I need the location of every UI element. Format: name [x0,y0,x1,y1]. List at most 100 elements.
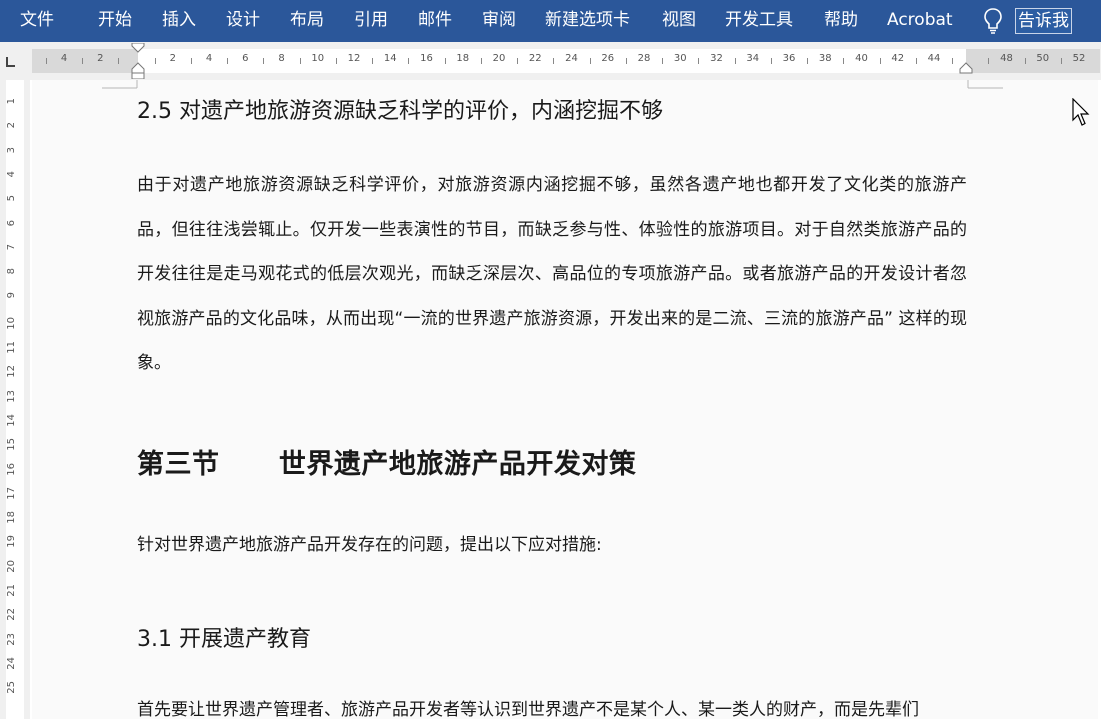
tell-me-search[interactable]: 告诉我 [1015,8,1072,34]
vertical-ruler-number: 6 [6,219,17,226]
vertical-ruler-number: 11 [6,341,17,354]
ruler-number: 44 [927,53,941,64]
ruler-number: 4 [205,53,213,64]
ribbon-tab-10[interactable]: 开发工具 [725,0,793,42]
ruler-number: 24 [565,53,578,64]
ruler-tick [843,58,845,64]
ruler-number: 18 [456,53,470,64]
ruler-tick [770,58,772,64]
vertical-ruler-number: 22 [6,608,17,622]
ribbon-tab-0[interactable]: 文件 [20,0,54,42]
ruler-tick [734,58,736,64]
ruler-tick [589,58,591,64]
ruler-tick [82,58,84,64]
ruler-number: 2 [169,53,176,64]
right-indent-marker[interactable] [958,61,974,75]
ruler-number: 10 [311,53,325,64]
document-page[interactable]: 2.5 对遗产地旅游资源缺乏科学的评价，内涵挖掘不够 由于对遗产地旅游资源缺乏科… [32,80,1098,719]
ruler-number: 48 [1000,53,1013,64]
lightbulb-icon[interactable] [983,7,1003,35]
ribbon-tab-8[interactable]: 新建选项卡 [545,0,630,42]
ribbon-tab-7[interactable]: 审阅 [482,0,516,42]
section-heading-2-5: 2.5 对遗产地旅游资源缺乏科学的评价，内涵挖掘不够 [137,99,663,124]
ruler-number: 22 [528,53,542,64]
ruler-tick [190,58,192,64]
vertical-ruler-number: 10 [6,316,17,330]
ruler-tick [335,58,337,64]
vertical-ruler-number: 20 [6,559,17,573]
ruler-tick [662,58,664,64]
vertical-ruler-number: 17 [6,486,17,500]
ruler-tick [698,58,700,64]
chapter-heading: 第三节 世界遗产地旅游产品开发对策 [137,449,637,480]
ribbon-tab-6[interactable]: 邮件 [418,0,452,42]
vertical-ruler-number: 2 [6,122,17,129]
ribbon-tab-12[interactable]: Acrobat [887,0,953,42]
ruler-tick [1060,58,1062,64]
vertical-ruler-number: 4 [6,170,17,178]
ribbon-tab-3[interactable]: 设计 [226,0,260,42]
ruler-number: 34 [746,53,760,64]
vertical-ruler-number: 3 [6,146,17,153]
ruler-tick [625,58,627,64]
vertical-ruler-number: 15 [6,438,17,451]
ruler-number: 50 [1036,53,1050,64]
ribbon-tab-5[interactable]: 引用 [354,0,388,42]
ruler-number: 52 [1072,53,1086,64]
ruler-number: 32 [710,53,723,64]
ruler-tick [517,58,519,64]
ruler-tick [408,58,410,64]
ruler-number: 42 [891,53,905,64]
ribbon-tab-11[interactable]: 帮助 [824,0,858,42]
vertical-ruler-number: 9 [6,292,17,299]
ruler-tick [915,58,917,64]
ruler-tick [118,58,120,64]
section-3-1-paragraph: 首先要让世界遗产管理者、旅游产品开发者等认识到世界遗产不是某个人、某一类人的财产… [137,700,919,719]
ruler-number: 28 [637,53,651,64]
ruler-number: 36 [782,53,796,64]
vertical-ruler-number: 5 [6,195,17,202]
ruler-tick [299,58,301,64]
ruler-tick [879,58,881,64]
vertical-ruler-number: 7 [6,243,17,251]
mouse-pointer-icon [1072,98,1090,126]
ruler-tick [154,58,156,64]
ribbon-tab-4[interactable]: 布局 [290,0,324,42]
vertical-ruler-number: 13 [6,389,17,403]
vertical-ruler[interactable]: 1 2 3 4 5 6 7 8 9 10 11 12 13 14 15 16 17 18 19 20 21 22 23 24 2… [6,80,24,719]
horizontal-ruler[interactable]: 4 2 2 4 6 8 10 12 14 16 18 20 22 24 26 28 30 32 34 36 38 40 42… [32,43,1100,79]
ruler-tick [988,58,990,64]
vertical-ruler-number: 24 [6,656,17,670]
vertical-ruler-number: 23 [6,632,17,646]
section-2-5-paragraph: 由于对遗产地旅游资源缺乏科学评价，对旅游资源内涵挖掘不够，虽然各遗产地也都开发了… [137,175,967,373]
tab-selector-icon[interactable] [4,56,16,68]
vertical-ruler-number: 14 [6,413,17,427]
crop-mark-right [967,80,1003,89]
ruler-tick [227,58,229,64]
ribbon-tab-9[interactable]: 视图 [662,0,696,42]
vertical-ruler-number: 12 [6,365,17,379]
ruler-tick [45,58,47,64]
ruler-number: 2 [97,53,104,64]
vertical-ruler-number: 25 [6,681,17,694]
ribbon-tab-2[interactable]: 插入 [162,0,196,42]
indent-markers[interactable] [128,43,150,79]
vertical-ruler-number: 21 [6,584,17,597]
ruler-tick [807,58,809,64]
vertical-ruler-number: 1 [6,98,17,105]
intro-paragraph: 针对世界遗产地旅游产品开发存在的问题，提出以下应对措施: [137,535,602,555]
vertical-ruler-number: 19 [6,535,17,549]
ruler-number: 12 [347,53,361,64]
crop-mark-left [102,80,138,89]
ruler-tick [263,58,265,64]
ruler-number: 6 [242,53,249,64]
ruler-number: 8 [278,53,285,64]
ruler-number: 40 [855,53,868,64]
ruler-number: 30 [673,53,687,64]
ribbon-tab-1[interactable]: 开始 [98,0,132,42]
ruler-number: 26 [601,53,615,64]
ruler-tick [480,58,482,64]
ruler-tick [553,58,555,64]
section-heading-3-1: 3.1 开展遗产教育 [137,627,311,652]
ruler-tick [372,58,374,64]
